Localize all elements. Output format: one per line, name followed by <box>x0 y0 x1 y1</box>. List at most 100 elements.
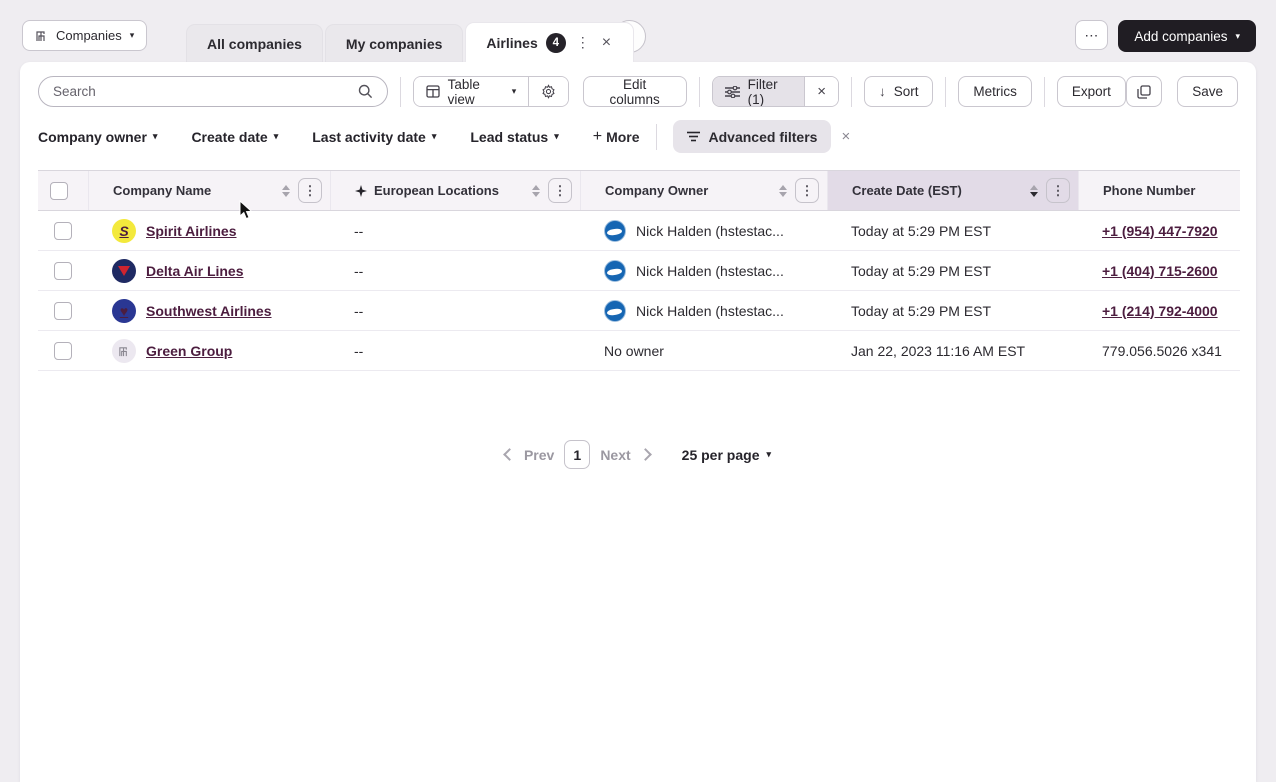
ellipsis-icon: ⋯ <box>1084 27 1099 44</box>
sort-toggle-icon[interactable] <box>532 185 540 197</box>
search-box[interactable] <box>38 76 388 107</box>
filter-label: Filter (1) <box>748 77 793 107</box>
sort-button[interactable]: ↓ Sort <box>864 76 934 107</box>
row-checkbox[interactable] <box>54 302 72 320</box>
filter-button[interactable]: Filter (1) <box>713 77 805 106</box>
more-options-button[interactable]: ⋯ <box>1075 20 1108 50</box>
search-icon <box>358 84 373 99</box>
column-header-company-owner[interactable]: Company Owner ⋮ <box>580 171 827 210</box>
caret-down-icon: ▾ <box>512 87 517 96</box>
select-all-checkbox[interactable] <box>50 182 68 200</box>
company-name-link[interactable]: ♥ Southwest Airlines <box>112 299 272 323</box>
sort-toggle-icon[interactable] <box>1030 185 1038 197</box>
divider <box>945 77 946 107</box>
company-owner-cell: Nick Halden (hstestac... <box>604 220 784 242</box>
tab-all-companies[interactable]: All companies <box>186 24 323 62</box>
export-button[interactable]: Export <box>1057 76 1126 107</box>
european-locations-cell: -- <box>330 291 580 330</box>
plus-icon: + <box>593 128 602 146</box>
row-checkbox[interactable] <box>54 342 72 360</box>
row-checkbox[interactable] <box>54 222 72 240</box>
companies-table: Company Name ⋮ European Locations ⋮ Comp… <box>38 170 1240 371</box>
divider <box>1044 77 1045 107</box>
filter-create-date[interactable]: Create date ▾ <box>191 129 278 145</box>
edit-columns-label: Edit columns <box>598 77 672 107</box>
metrics-button[interactable]: Metrics <box>958 76 1032 107</box>
view-tabs: All companies My companies Airlines 4 ⋮ … <box>186 22 634 62</box>
divider <box>851 77 852 107</box>
phone-number-link[interactable]: +1 (404) 715-2600 <box>1102 263 1218 279</box>
add-companies-label: Add companies <box>1134 29 1227 44</box>
create-date-cell: Today at 5:29 PM EST <box>827 251 1078 290</box>
tab-label: Airlines <box>486 35 537 51</box>
clear-filter-button[interactable]: × <box>804 77 838 106</box>
tab-label: All companies <box>207 36 302 52</box>
company-name-link[interactable]: Green Group <box>112 339 232 363</box>
tab-close-icon[interactable]: × <box>600 34 613 52</box>
column-header-phone-number[interactable]: Phone Number <box>1078 171 1240 210</box>
default-company-icon <box>112 339 136 363</box>
company-name-link[interactable]: S Spirit Airlines <box>112 219 237 243</box>
column-header-european-locations[interactable]: European Locations ⋮ <box>330 171 580 210</box>
phone-number-link[interactable]: +1 (214) 792-4000 <box>1102 303 1218 319</box>
edit-columns-button[interactable]: Edit columns <box>583 76 687 107</box>
column-menu-kebab-icon[interactable]: ⋮ <box>795 178 819 203</box>
advanced-filters-chip[interactable]: Advanced filters <box>673 120 832 153</box>
row-checkbox[interactable] <box>54 262 72 280</box>
tab-my-companies[interactable]: My companies <box>325 24 463 62</box>
close-icon: × <box>817 83 826 100</box>
create-date-cell: Today at 5:29 PM EST <box>827 291 1078 330</box>
phone-number-link[interactable]: +1 (954) 447-7920 <box>1102 223 1218 239</box>
filter-company-owner[interactable]: Company owner ▾ <box>38 129 157 145</box>
column-menu-kebab-icon[interactable]: ⋮ <box>548 178 572 203</box>
object-type-switcher[interactable]: Companies ▾ <box>22 20 147 51</box>
object-type-label: Companies <box>56 28 122 43</box>
prev-page-button[interactable]: Prev <box>524 447 554 463</box>
per-page-selector[interactable]: 25 per page ▾ <box>682 447 771 463</box>
column-header-company-name[interactable]: Company Name ⋮ <box>88 171 330 210</box>
tab-label: My companies <box>346 36 442 52</box>
caret-down-icon: ▾ <box>153 132 158 141</box>
chevron-right-icon[interactable] <box>639 448 652 461</box>
delta-air-lines-logo <box>112 259 136 283</box>
column-header-create-date[interactable]: Create Date (EST) ⋮ <box>827 171 1078 210</box>
table-row: S Spirit Airlines -- Nick Halden (hstest… <box>38 211 1240 251</box>
column-label: European Locations <box>374 183 532 198</box>
tab-options-kebab-icon[interactable]: ⋮ <box>574 34 592 51</box>
per-page-label: 25 per page <box>682 447 760 463</box>
chevron-left-icon[interactable] <box>503 448 516 461</box>
record-count-badge: 4 <box>546 33 566 53</box>
table-row: Delta Air Lines -- Nick Halden (hstestac… <box>38 251 1240 291</box>
tab-airlines[interactable]: Airlines 4 ⋮ × <box>465 22 634 62</box>
column-menu-kebab-icon[interactable]: ⋮ <box>1046 178 1070 203</box>
owner-avatar <box>604 260 626 282</box>
filter-last-activity-date[interactable]: Last activity date ▾ <box>312 129 436 145</box>
save-view-button[interactable]: Save <box>1177 76 1238 107</box>
add-companies-button[interactable]: Add companies ▾ <box>1118 20 1256 52</box>
ai-sparkle-icon <box>355 185 367 197</box>
sort-toggle-icon[interactable] <box>779 185 787 197</box>
column-label: Company Owner <box>605 183 779 198</box>
more-filters-button[interactable]: + More <box>593 128 640 146</box>
current-page-button[interactable]: 1 <box>564 440 590 469</box>
table-row: Green Group -- No owner Jan 22, 2023 11:… <box>38 331 1240 371</box>
table-view-button[interactable]: Table view ▾ <box>414 77 529 106</box>
view-settings-button[interactable] <box>528 77 568 106</box>
column-label: Phone Number <box>1103 183 1232 198</box>
search-input[interactable] <box>53 84 350 99</box>
owner-avatar <box>604 220 626 242</box>
column-label: Company Name <box>113 183 282 198</box>
sort-toggle-icon[interactable] <box>282 185 290 197</box>
column-menu-kebab-icon[interactable]: ⋮ <box>298 178 322 203</box>
create-date-cell: Jan 22, 2023 11:16 AM EST <box>827 331 1078 370</box>
clone-view-button[interactable] <box>1126 76 1162 107</box>
table-header-row: Company Name ⋮ European Locations ⋮ Comp… <box>38 170 1240 211</box>
next-page-button[interactable]: Next <box>600 447 630 463</box>
caret-down-icon: ▾ <box>767 450 772 459</box>
copy-icon <box>1137 85 1151 99</box>
company-owner-cell: No owner <box>580 331 827 370</box>
spirit-airlines-logo: S <box>112 219 136 243</box>
company-name-link[interactable]: Delta Air Lines <box>112 259 244 283</box>
remove-advanced-filters-icon[interactable]: × <box>841 128 850 145</box>
filter-lead-status[interactable]: Lead status ▾ <box>470 129 558 145</box>
